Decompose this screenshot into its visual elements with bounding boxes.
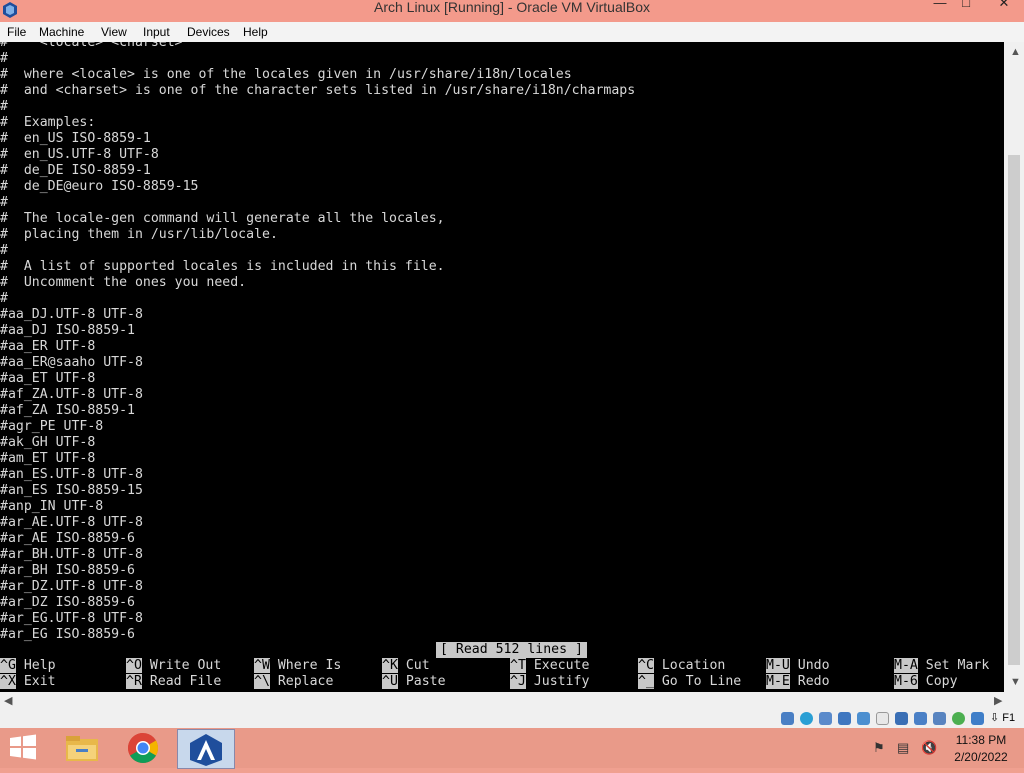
harddisk-icon[interactable] xyxy=(781,712,794,725)
terminal-line: #aa_ER@saaho UTF-8 xyxy=(0,355,143,370)
windows-start-icon[interactable] xyxy=(6,730,40,764)
terminal-line: # xyxy=(0,51,8,66)
terminal-line: #ar_EG ISO-8859-6 xyxy=(0,627,135,642)
menu-input[interactable]: Input xyxy=(143,25,170,39)
shortcut-paste: ^U Paste xyxy=(382,674,446,689)
shortcut-copy: M-6 Copy xyxy=(894,674,958,689)
terminal-line: # and <charset> is one of the character … xyxy=(0,83,636,98)
shortcut-execute: ^T Execute xyxy=(510,658,590,673)
cpu-icon[interactable] xyxy=(933,712,946,725)
terminal-line: # xyxy=(0,99,8,114)
terminal-line: #an_ES.UTF-8 UTF-8 xyxy=(0,467,143,482)
terminal-line: # where <locale> is one of the locales g… xyxy=(0,67,572,82)
terminal-line: #am_ET UTF-8 xyxy=(0,451,96,466)
virtualbox-icon[interactable] xyxy=(177,729,235,769)
shortcut-go-to-line: ^_ Go To Line xyxy=(638,674,742,689)
shortcut-replace: ^\ Replace xyxy=(254,674,334,689)
optical-drive-icon[interactable] xyxy=(800,712,813,725)
terminal-line: #ar_BH ISO-8859-6 xyxy=(0,563,135,578)
terminal-line: #anp_IN UTF-8 xyxy=(0,499,104,514)
terminal-line: #aa_DJ ISO-8859-1 xyxy=(0,323,135,338)
terminal-line: # <locale> <charset> xyxy=(0,42,183,50)
minimize-button[interactable]: — xyxy=(930,0,950,12)
scroll-left-arrow-icon[interactable]: ◀ xyxy=(4,695,12,707)
action-center-flag-icon[interactable]: ⚑ xyxy=(873,740,885,756)
network-icon[interactable]: ▤ xyxy=(897,740,909,756)
terminal-line: # xyxy=(0,243,8,258)
chrome-icon[interactable] xyxy=(115,729,171,767)
menu-view[interactable]: View xyxy=(101,25,127,39)
horizontal-scrollbar[interactable]: ◀ ▶ xyxy=(0,692,1024,710)
shortcut-set-mark: M-A Set Mark xyxy=(894,658,990,673)
terminal-line: #an_ES ISO-8859-15 xyxy=(0,483,143,498)
shared-folders-icon[interactable] xyxy=(876,712,889,725)
vm-status-bar xyxy=(0,710,1024,728)
menu-file[interactable]: File xyxy=(7,25,26,39)
shortcut-redo: M-E Redo xyxy=(766,674,830,689)
terminal-line: # de_DE@euro ISO-8859-15 xyxy=(0,179,199,194)
host-key-indicator: ⇩ F1 xyxy=(990,712,1016,724)
close-button[interactable]: ✕ xyxy=(984,0,1024,12)
terminal-line: # Uncomment the ones you need. xyxy=(0,275,247,290)
scroll-right-arrow-icon[interactable]: ▶ xyxy=(994,695,1002,707)
volume-muted-icon[interactable]: 🔇 xyxy=(921,740,937,756)
vm-display-terminal[interactable]: # <locale> <charset> # # where <locale> is… xyxy=(0,42,1004,692)
terminal-line: # The locale-gen command will generate a… xyxy=(0,211,445,226)
audio-icon[interactable] xyxy=(819,712,832,725)
vertical-scrollbar-thumb[interactable] xyxy=(1008,155,1020,665)
shortcut-location: ^C Location xyxy=(638,658,726,673)
menu-machine[interactable]: Machine xyxy=(39,25,84,39)
usb-icon[interactable] xyxy=(857,712,870,725)
terminal-line: # A list of supported locales is include… xyxy=(0,259,445,274)
terminal-line: # Examples: xyxy=(0,115,96,130)
terminal-line: #ar_DZ ISO-8859-6 xyxy=(0,595,135,610)
file-explorer-icon[interactable] xyxy=(54,729,110,767)
terminal-line: #ar_EG.UTF-8 UTF-8 xyxy=(0,611,143,626)
terminal-line: #aa_ER UTF-8 xyxy=(0,339,96,354)
terminal-line: # placing them in /usr/lib/locale. xyxy=(0,227,278,242)
scroll-down-arrow-icon[interactable]: ▼ xyxy=(1010,676,1021,688)
shortcut-write-out: ^O Write Out xyxy=(126,658,222,673)
terminal-line: # xyxy=(0,195,8,210)
scroll-up-arrow-icon[interactable]: ▲ xyxy=(1010,46,1021,58)
window-title: Arch Linux [Running] - Oracle VM Virtual… xyxy=(374,0,650,15)
shortcut-exit: ^X Exit xyxy=(0,674,56,689)
shortcut-read-file: ^R Read File xyxy=(126,674,222,689)
shortcut-cut: ^K Cut xyxy=(382,658,430,673)
terminal-line: #aa_DJ.UTF-8 UTF-8 xyxy=(0,307,143,322)
terminal-line: #af_ZA ISO-8859-1 xyxy=(0,403,135,418)
terminal-line: #ak_GH UTF-8 xyxy=(0,435,96,450)
shortcut-where-is: ^W Where Is xyxy=(254,658,342,673)
shortcut-help: ^G Help xyxy=(0,658,56,673)
terminal-line: #ar_AE.UTF-8 UTF-8 xyxy=(0,515,143,530)
menu-help[interactable]: Help xyxy=(243,25,268,39)
terminal-line: # en_US.UTF-8 UTF-8 xyxy=(0,147,159,162)
keyboard-icon[interactable] xyxy=(971,712,984,725)
terminal-line: # xyxy=(0,291,8,306)
shortcut-undo: M-U Undo xyxy=(766,658,830,673)
menu-bar: File Machine View Input Devices Help xyxy=(0,22,1024,42)
maximize-button[interactable]: □ xyxy=(956,0,976,12)
terminal-line: #ar_AE ISO-8859-6 xyxy=(0,531,135,546)
taskbar-clock-date[interactable]: 2/20/2022 xyxy=(950,750,1012,764)
terminal-line: # de_DE ISO-8859-1 xyxy=(0,163,151,178)
editor-status-message: [ Read 512 lines ] xyxy=(436,642,587,658)
window-title-bar[interactable]: Arch Linux [Running] - Oracle VM Virtual… xyxy=(0,0,1024,22)
terminal-line: #af_ZA.UTF-8 UTF-8 xyxy=(0,387,143,402)
display-icon[interactable] xyxy=(895,712,908,725)
terminal-line: #aa_ET UTF-8 xyxy=(0,371,96,386)
terminal-line: #ar_DZ.UTF-8 UTF-8 xyxy=(0,579,143,594)
editor-text-area[interactable]: # <locale> <charset> # # where <locale> is… xyxy=(0,42,635,643)
video-capture-icon[interactable] xyxy=(914,712,927,725)
taskbar-clock-time[interactable]: 11:38 PM xyxy=(950,733,1012,747)
shortcut-justify: ^J Justify xyxy=(510,674,590,689)
terminal-line: #ar_BH.UTF-8 UTF-8 xyxy=(0,547,143,562)
menu-devices[interactable]: Devices xyxy=(187,25,230,39)
mouse-integration-icon[interactable] xyxy=(952,712,965,725)
network-icon[interactable] xyxy=(838,712,851,725)
terminal-line: #agr_PE UTF-8 xyxy=(0,419,104,434)
terminal-line: # en_US ISO-8859-1 xyxy=(0,131,151,146)
